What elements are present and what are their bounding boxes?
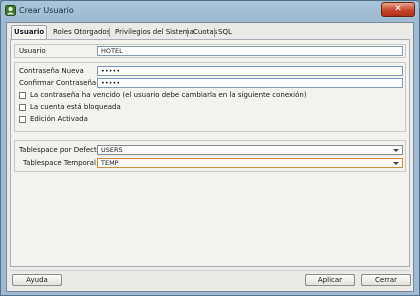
dialog-window: Crear Usuario ✕ Usuario Roles Otorgados … [0, 0, 420, 296]
help-button[interactable]: Ayuda [12, 274, 62, 286]
username-input[interactable]: HOTEL [97, 46, 403, 56]
temp-tablespace-value: TEMP [101, 159, 119, 167]
user-app-icon [5, 5, 16, 16]
title-bar[interactable]: Crear Usuario ✕ [1, 1, 419, 21]
tab-separator [109, 28, 110, 37]
account-locked-label: La cuenta está bloqueada [30, 103, 121, 111]
user-label: Usuario [19, 47, 46, 55]
tab-sql[interactable]: SQL [216, 26, 234, 38]
edition-enabled-label: Edición Activada [30, 115, 88, 123]
new-password-input[interactable]: ••••• [97, 66, 403, 76]
account-locked-checkbox[interactable] [19, 104, 26, 111]
default-tablespace-label: Tablespace por Defecto [19, 146, 102, 154]
temp-tablespace-label: Tablespace Temporal [23, 159, 96, 167]
tab-panel-usuario: Usuario HOTEL Contraseña Nueva ••••• Con… [10, 39, 410, 267]
confirm-password-label: Confirmar Contraseña [19, 79, 97, 87]
chevron-down-icon [393, 149, 399, 152]
password-expired-label: La contraseña ha vencido (el usuario deb… [30, 91, 307, 99]
tablespace-group: Tablespace por Defecto USERS Tablespace … [14, 140, 406, 172]
tab-separator [214, 28, 215, 37]
tab-privilegios-del-sistema[interactable]: Privilegios del Sistema [113, 26, 196, 38]
confirm-password-input[interactable]: ••••• [97, 78, 403, 88]
window-close-button[interactable]: ✕ [381, 2, 415, 17]
dialog-body: Usuario Roles Otorgados Privilegios del … [6, 22, 414, 292]
chevron-down-icon [393, 162, 399, 165]
tab-separator [187, 28, 188, 37]
tab-roles-otorgados[interactable]: Roles Otorgados [51, 26, 112, 38]
window-title: Crear Usuario [19, 6, 74, 15]
temp-tablespace-select[interactable]: TEMP [97, 158, 403, 168]
user-group: Usuario HOTEL [14, 44, 406, 58]
default-tablespace-value: USERS [101, 146, 123, 154]
close-button[interactable]: Cerrar [361, 274, 411, 286]
password-expired-checkbox[interactable] [19, 92, 26, 99]
default-tablespace-select[interactable]: USERS [97, 145, 403, 155]
new-password-label: Contraseña Nueva [19, 67, 84, 75]
button-divider [10, 270, 410, 271]
edition-enabled-checkbox[interactable] [19, 116, 26, 123]
password-group: Contraseña Nueva ••••• Confirmar Contras… [14, 62, 406, 132]
apply-button[interactable]: Aplicar [305, 274, 355, 286]
tab-usuario[interactable]: Usuario [11, 25, 48, 39]
